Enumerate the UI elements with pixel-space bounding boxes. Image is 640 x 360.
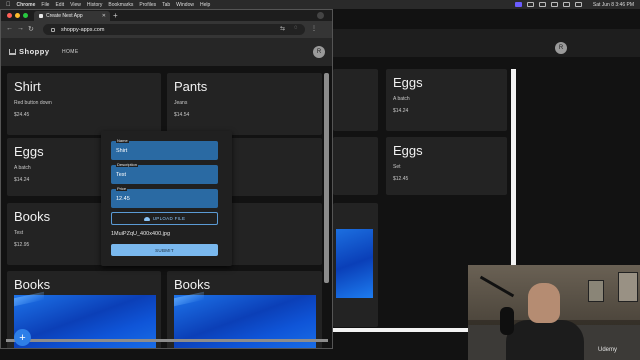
background-product-card[interactable] xyxy=(333,69,378,131)
tab-strip: Create Next App ✕ + xyxy=(1,10,332,21)
url-input[interactable]: shoppy-apps.com xyxy=(43,24,305,35)
app-logo[interactable]: Shoppy xyxy=(9,47,50,56)
nav-home-link[interactable]: HOME xyxy=(62,49,79,55)
menu-edit[interactable]: Edit xyxy=(55,2,64,8)
description-field-value: Test xyxy=(116,172,127,178)
price-field[interactable]: Price 12.45 xyxy=(111,186,218,208)
tab-title: Create Next App xyxy=(46,13,83,19)
wifi-icon[interactable] xyxy=(550,2,558,7)
user-avatar[interactable]: R xyxy=(313,46,325,58)
microphone xyxy=(500,307,514,335)
translate-icon[interactable]: ⇆ xyxy=(280,25,285,32)
background-product-card[interactable]: Eggs A batch $14.24 xyxy=(386,69,507,131)
horizontal-scrollbar[interactable] xyxy=(6,339,328,342)
back-icon[interactable]: ← xyxy=(6,25,13,32)
cloud-upload-icon xyxy=(143,216,150,221)
menu-tab[interactable]: Tab xyxy=(162,2,170,8)
product-price: $24.45 xyxy=(14,112,30,118)
product-title: Pants xyxy=(174,79,208,94)
udemy-watermark: Udemy xyxy=(598,347,618,353)
background-product-image xyxy=(336,229,373,298)
background-scrollbar-horizontal[interactable] xyxy=(333,328,473,332)
selected-file-name: 1MuiPZqU_400x400.jpg xyxy=(111,231,171,237)
price-field-value: 12.45 xyxy=(116,196,130,202)
control-center-icon[interactable] xyxy=(574,2,582,7)
submit-button[interactable]: SUBMIT xyxy=(111,244,218,256)
site-info-icon[interactable] xyxy=(51,27,55,32)
close-tab-icon[interactable]: ✕ xyxy=(102,13,106,19)
browser-tab[interactable]: Create Next App ✕ xyxy=(34,11,110,21)
tab-search-icon[interactable] xyxy=(317,12,324,19)
battery-icon[interactable] xyxy=(538,2,546,7)
address-bar: ← → ↻ shoppy-apps.com ⇆ ◌ ⋮ xyxy=(1,21,332,38)
background-product-card[interactable] xyxy=(333,137,378,195)
product-description: Set xyxy=(393,164,401,170)
description-field[interactable]: Description Test xyxy=(111,162,218,184)
menu-file[interactable]: File xyxy=(41,2,49,8)
menu-app-name[interactable]: Chrome xyxy=(17,2,36,8)
presenter xyxy=(528,283,560,323)
search-icon[interactable] xyxy=(562,2,570,7)
picture-frame xyxy=(618,272,638,302)
product-card[interactable]: Shirt Red button down $24.45 xyxy=(7,73,161,135)
product-title: Books xyxy=(14,277,51,292)
add-product-fab[interactable]: + xyxy=(14,329,31,346)
price-field-label: Price xyxy=(116,186,128,191)
close-window-button[interactable] xyxy=(7,13,12,18)
menu-profiles[interactable]: Profiles xyxy=(139,2,156,8)
product-description: Red button down xyxy=(14,100,52,106)
product-title: Eggs xyxy=(393,143,423,158)
product-form-modal: Name Shirt Description Test Price 12.45 … xyxy=(101,131,232,266)
menu-dots-icon[interactable]: ⋮ xyxy=(311,25,317,32)
url-text: shoppy-apps.com xyxy=(61,26,105,33)
shopping-cart-icon xyxy=(9,48,16,55)
background-product-card[interactable]: Eggs Set $12.45 xyxy=(386,137,507,195)
description-field-label: Description xyxy=(116,162,139,167)
reload-icon[interactable]: ↻ xyxy=(28,25,34,33)
product-title: Eggs xyxy=(393,75,423,90)
favicon-icon xyxy=(39,14,43,18)
name-field-value: Shirt xyxy=(116,148,128,154)
menu-history[interactable]: History xyxy=(87,2,103,8)
webcam-overlay: Udemy xyxy=(468,265,640,360)
menu-window[interactable]: Window xyxy=(176,2,194,8)
zoom-window-button[interactable] xyxy=(23,13,28,18)
product-card[interactable]: Pants Jeans $14.54 xyxy=(167,73,322,135)
display-icon[interactable] xyxy=(526,2,534,7)
macos-menubar:  Chrome File Edit View History Bookmark… xyxy=(0,0,640,9)
menu-help[interactable]: Help xyxy=(200,2,210,8)
name-field[interactable]: Name Shirt xyxy=(111,138,218,160)
upload-file-button[interactable]: UPLOAD FILE xyxy=(111,212,218,225)
menu-bookmarks[interactable]: Bookmarks xyxy=(108,2,133,8)
forward-icon[interactable]: → xyxy=(17,25,24,32)
menubar-clock[interactable]: Sat Jun 8 3:46 PM xyxy=(593,2,634,8)
product-price: $14.54 xyxy=(174,112,190,118)
product-description: A batch xyxy=(393,96,410,102)
product-title: Shirt xyxy=(14,79,41,94)
extension-icon[interactable]: ◌ xyxy=(294,25,298,31)
vertical-scrollbar[interactable] xyxy=(324,73,329,283)
background-avatar[interactable]: R xyxy=(555,42,567,54)
new-tab-icon[interactable]: + xyxy=(113,11,118,20)
product-description: Jeans xyxy=(174,100,188,106)
product-price: $12.45 xyxy=(393,176,409,182)
app-bar: Shoppy HOME R xyxy=(1,38,332,66)
screen-record-icon[interactable] xyxy=(514,2,522,7)
product-price: $14.24 xyxy=(393,108,409,114)
name-field-label: Name xyxy=(116,138,129,143)
upload-file-label: UPLOAD FILE xyxy=(152,216,186,221)
apple-icon[interactable]:  xyxy=(6,2,11,8)
picture-frame xyxy=(588,280,604,302)
minimize-window-button[interactable] xyxy=(15,13,20,18)
menubar-status-area: Sat Jun 8 3:46 PM xyxy=(514,0,634,9)
presenter-shirt xyxy=(506,320,584,360)
product-title: Books xyxy=(174,277,211,292)
menu-view[interactable]: View xyxy=(70,2,81,8)
logo-text: Shoppy xyxy=(19,47,50,56)
